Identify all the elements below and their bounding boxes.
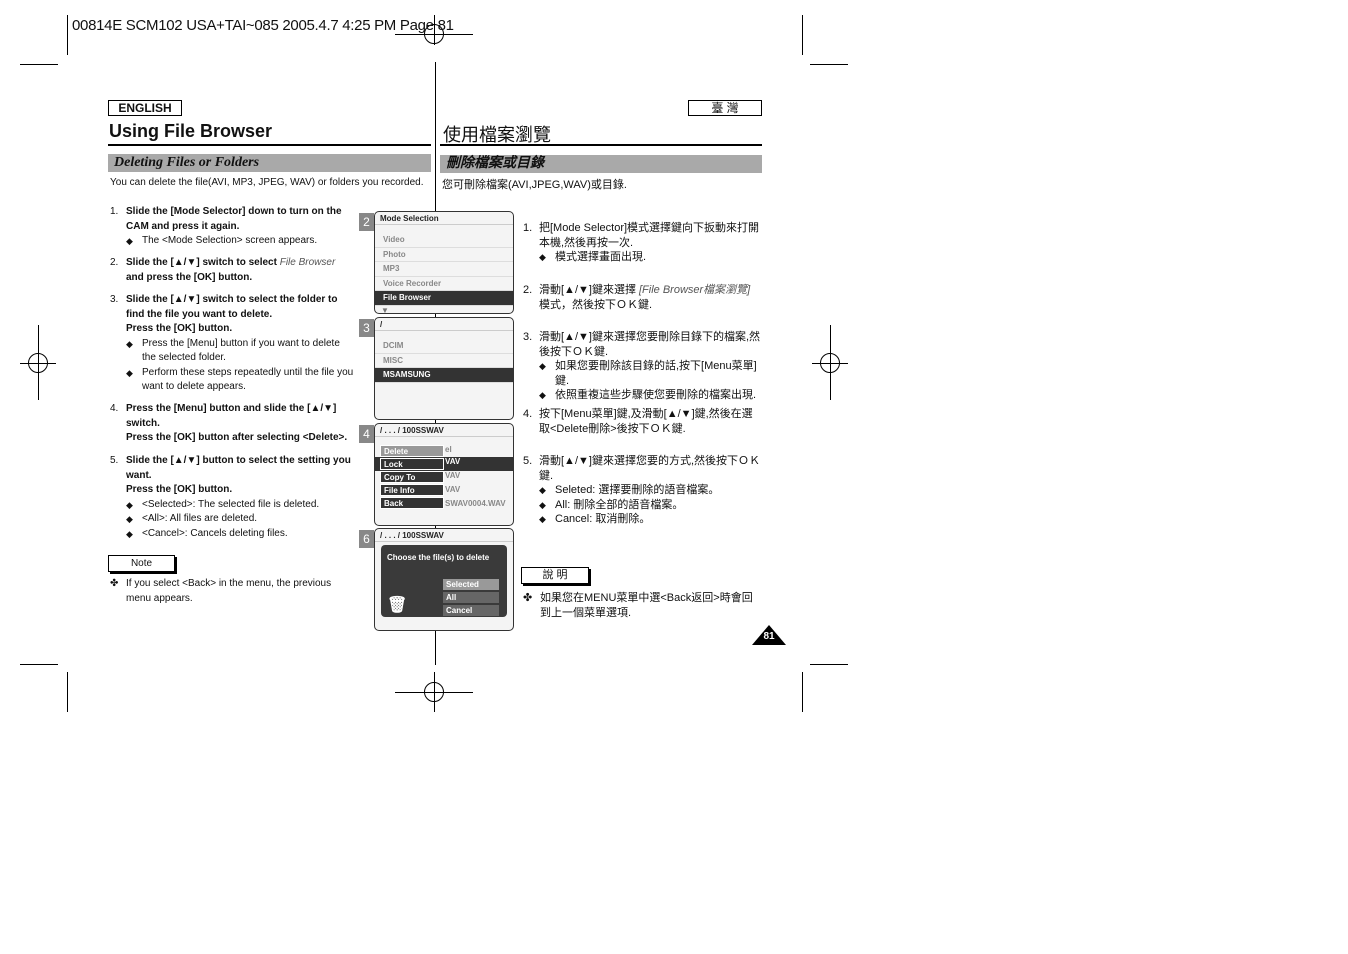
step-2: 2. Slide the [▲/▼] switch to select File… xyxy=(110,257,336,283)
option-selected[interactable]: Selected xyxy=(443,579,499,590)
screen-number: 4 xyxy=(359,425,374,443)
step-3: 3. Slide the [▲/▼] switch to select the … xyxy=(110,293,355,395)
language-label: 臺 灣 xyxy=(688,100,762,116)
language-label: ENGLISH xyxy=(108,100,182,116)
screen-folder-list: / DCIM MISC MSAMSUNG xyxy=(374,317,514,420)
title-rule xyxy=(108,144,431,146)
crop-mark xyxy=(810,664,848,665)
screen-number: 6 xyxy=(359,530,374,548)
menu-item-video[interactable]: Video xyxy=(375,233,513,248)
screen-title: Mode Selection xyxy=(375,212,513,225)
folder-misc[interactable]: MISC xyxy=(375,354,513,368)
note-bullet-icon: ✤ xyxy=(110,578,119,589)
note-label-zh: 說 明 xyxy=(521,567,589,584)
crop-mark xyxy=(67,15,68,55)
registration-mark xyxy=(28,353,48,373)
menu-lock[interactable]: Lock xyxy=(380,458,444,470)
step-1-zh: 1. 把[Mode Selector]模式選擇鍵向下扳動來打開本機,然後再按一次… xyxy=(523,221,763,265)
menu-item-mp3[interactable]: MP3 xyxy=(375,262,513,277)
step-4: 4. Press the [Menu] button and slide the… xyxy=(110,403,348,443)
note-text-zh: ✤ 如果您在MENU菜單中選<Back返回>時會回到上一個菜單選項. xyxy=(523,592,753,619)
screen-path: / . . . / 100SSWAV xyxy=(375,424,513,437)
menu-item-voice-recorder[interactable]: Voice Recorder xyxy=(375,277,513,291)
screen-file-menu: / . . . / 100SSWAV el VAV VAV VAV SWAV00… xyxy=(374,423,514,526)
screen-number: 3 xyxy=(359,319,374,337)
step-2-zh: 2. 滑動[▲/▼]鍵來選擇 [File Browser檔案瀏覽] 模式，然後按… xyxy=(523,284,751,311)
crop-mark xyxy=(802,672,803,712)
screen-path: / . . . / 100SSWAV xyxy=(375,529,513,542)
registration-mark xyxy=(424,682,444,702)
screen-mode-selection: Mode Selection Video Photo MP3 Voice Rec… xyxy=(374,211,514,314)
screen-delete-dialog: / . . . / 100SSWAV Choose the file(s) to… xyxy=(374,528,514,631)
menu-file-info[interactable]: File Info xyxy=(380,484,444,496)
menu-item-file-browser[interactable]: File Browser xyxy=(375,291,513,306)
screen-number: 2 xyxy=(359,213,374,231)
menu-back[interactable]: Back xyxy=(380,497,444,509)
crop-mark xyxy=(810,64,848,65)
intro-text: You can delete the file(AVI, MP3, JPEG, … xyxy=(110,177,424,188)
crop-mark xyxy=(802,15,803,55)
note-bullet-icon: ✤ xyxy=(523,592,533,604)
crop-mark xyxy=(20,64,58,65)
step-5: 5. Slide the [▲/▼] button to select the … xyxy=(110,454,355,541)
page-title: Using File Browser xyxy=(109,121,273,141)
crop-mark xyxy=(67,672,68,712)
menu-delete[interactable]: Delete xyxy=(380,445,444,457)
crop-mark xyxy=(20,664,58,665)
step-3-zh: 3. 滑動[▲/▼]鍵來選擇您要刪除目錄下的檔案,然後按下ＯＫ鍵. 如果您要刪除… xyxy=(523,330,763,403)
section-heading: Deleting Files or Folders xyxy=(108,154,431,172)
print-slug: 00814E SCM102 USA+TAI~085 2005.4.7 4:25 … xyxy=(72,17,454,34)
menu-item-photo[interactable]: Photo xyxy=(375,248,513,262)
option-all[interactable]: All xyxy=(443,592,499,603)
step-1: 1. Slide the [Mode Selector] down to tur… xyxy=(110,205,355,249)
title-rule xyxy=(440,144,762,146)
context-menu: Delete Lock Copy To File Info Back xyxy=(380,445,444,510)
page-number: 81 xyxy=(763,631,775,642)
option-cancel[interactable]: Cancel xyxy=(443,605,499,616)
note-label: Note xyxy=(108,555,175,572)
section-heading-zh: 刪除檔案或目錄 xyxy=(440,155,762,173)
screen-path: / xyxy=(375,318,513,331)
scroll-down-icon: ▼ xyxy=(381,305,389,314)
step-5-zh: 5. 滑動[▲/▼]鍵來選擇您要的方式,然後按下ＯＫ鍵. Seleted: 選擇… xyxy=(523,454,763,527)
folder-msamsung[interactable]: MSAMSUNG xyxy=(375,368,513,383)
step-4-zh: 4. 按下[Menu菜單]鍵,及滑動[▲/▼]鍵,然後在選取<Delete刪除>… xyxy=(523,408,753,435)
folder-dcim[interactable]: DCIM xyxy=(375,339,513,354)
registration-mark xyxy=(820,353,840,373)
trash-icon: 🗑 xyxy=(387,597,408,614)
delete-dialog: Choose the file(s) to delete Selected Al… xyxy=(381,545,507,617)
intro-text-zh: 您可刪除檔案(AVI,JPEG,WAV)或目錄. xyxy=(442,179,627,191)
menu-copy-to[interactable]: Copy To xyxy=(380,471,444,483)
note-text: ✤ If you select <Back> in the menu, the p… xyxy=(110,578,332,604)
